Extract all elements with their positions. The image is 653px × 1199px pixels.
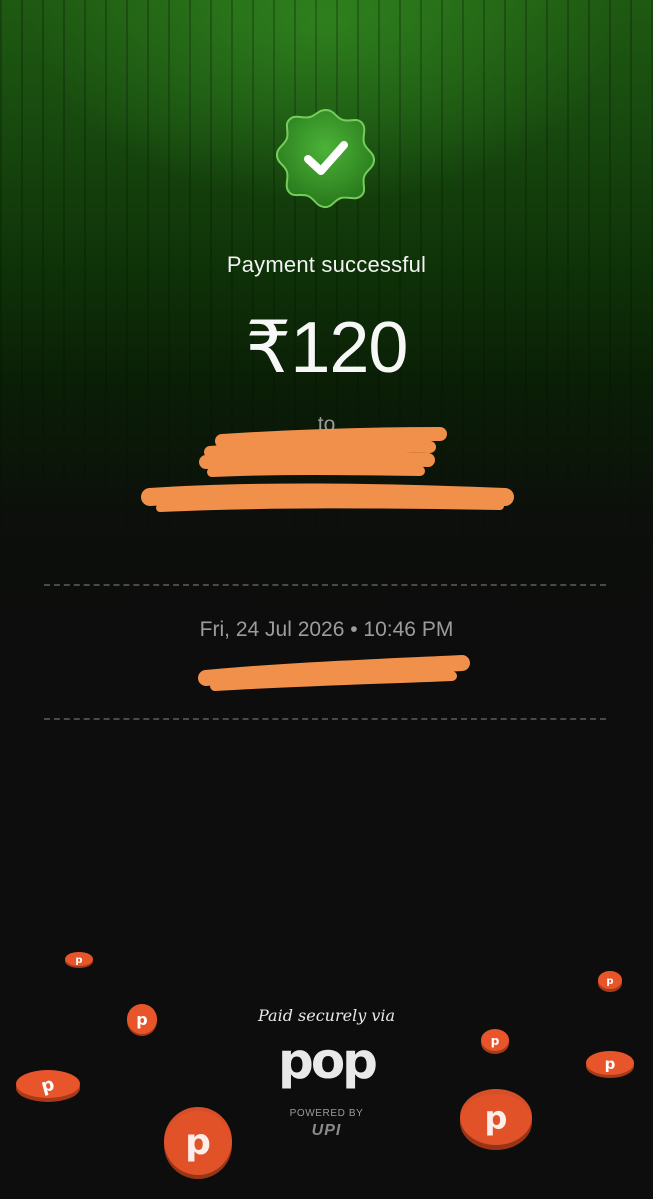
paid-securely-label: Paid securely via (257, 1006, 396, 1025)
svg-text:p: p (75, 955, 82, 966)
powered-by-label: POWERED BY (289, 1108, 364, 1119)
pop-coin-icon: p (598, 971, 622, 992)
divider-top (44, 584, 606, 586)
divider-bottom (44, 718, 606, 720)
pop-coin-icon: p (65, 952, 93, 968)
transaction-datetime: Fri, 24 Jul 2026 • 10:46 PM (199, 618, 454, 641)
upi-logo: UPI (311, 1122, 342, 1139)
transaction-id-redaction (198, 655, 470, 691)
svg-text:p: p (606, 976, 613, 987)
pop-logo: pop (278, 1032, 378, 1090)
pop-coin-icon: p (460, 1089, 532, 1150)
